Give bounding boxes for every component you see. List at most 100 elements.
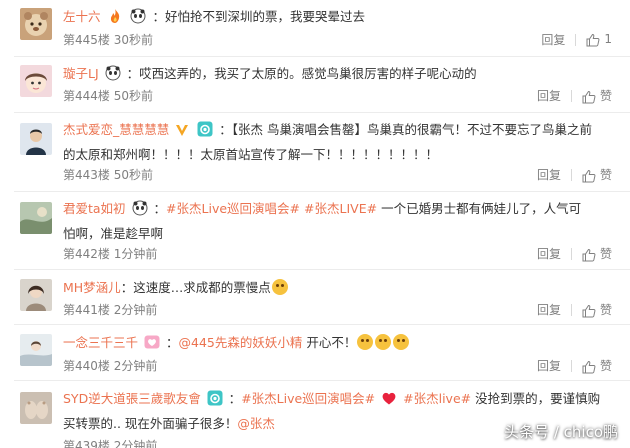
hashtag-link[interactable]: #张杰live# xyxy=(403,391,471,406)
comment-text-line2: 买转票的.. 现在外面骗子很多！ xyxy=(63,416,238,431)
username[interactable]: 杰式爱恋_慧慧慧慧 xyxy=(63,122,169,137)
watermark: 头条号 / chico鹏 xyxy=(504,423,618,441)
like-count: 1 xyxy=(604,32,612,47)
comment-time: 2分钟前 xyxy=(113,303,158,317)
fire-badge-icon xyxy=(107,8,123,31)
avatar[interactable] xyxy=(20,123,52,155)
action-divider xyxy=(570,89,572,102)
comment-separator: ： xyxy=(126,66,140,81)
comment-separator: ： xyxy=(120,280,134,295)
floor-number: 第443楼 xyxy=(63,168,110,182)
thumbs-up-icon xyxy=(582,360,596,374)
avatar[interactable] xyxy=(20,65,52,97)
action-divider xyxy=(575,33,577,46)
comment-text: 这速度…求成都的票慢点 xyxy=(133,280,271,295)
comment-time: 50秒前 xyxy=(113,89,154,103)
camera-badge-icon xyxy=(207,390,223,413)
comment-item: 杰式爱恋_慧慧慧慧 ：【张杰 鸟巢演唱会售罄】鸟巢真的很霸气！不过不要忘了鸟巢之… xyxy=(0,113,630,192)
comment-separator: ： xyxy=(219,122,232,137)
avatar[interactable] xyxy=(20,202,52,234)
action-divider xyxy=(570,247,572,260)
like-button[interactable]: 赞 xyxy=(582,245,612,262)
floor-number: 第445楼 xyxy=(63,33,110,47)
like-button[interactable]: 赞 xyxy=(582,166,612,183)
thumbs-up-icon xyxy=(582,90,596,104)
like-label: 赞 xyxy=(599,247,612,261)
action-divider xyxy=(570,359,572,372)
username[interactable]: 一念三千三千 xyxy=(63,335,138,350)
action-divider xyxy=(570,168,572,181)
laugh-emoji-icon xyxy=(271,279,288,295)
comment-time: 1分钟前 xyxy=(113,247,158,261)
thumbs-up-icon xyxy=(582,169,596,183)
floor-number: 第439楼 xyxy=(63,439,110,448)
red-heart-icon xyxy=(381,390,397,413)
comment-text-line1: 【张杰 鸟巢演唱会售罄】鸟巢真的很霸气！不过不要忘了鸟巢之前 xyxy=(231,122,592,137)
comment-time: 30秒前 xyxy=(113,33,154,47)
username[interactable]: 君爱ta如初 xyxy=(63,201,126,216)
hashtag-link[interactable]: #张杰Live巡回演唱会# xyxy=(166,201,300,216)
heart-badge-icon xyxy=(144,334,160,357)
panda-badge-icon xyxy=(130,8,146,31)
reply-button[interactable]: 回复 xyxy=(541,31,565,48)
like-button[interactable]: 赞 xyxy=(582,301,612,318)
like-button[interactable]: 赞 xyxy=(582,357,612,374)
comment-separator: ： xyxy=(153,201,167,216)
comment-text: 好怕抢不到深圳的票，我要哭晕过去 xyxy=(164,9,365,24)
mention-link[interactable]: @张杰 xyxy=(237,416,275,431)
mention-link[interactable]: @445先森的妖妖小精 xyxy=(179,335,303,350)
comment-separator: ： xyxy=(228,391,242,406)
comment-item: 君爱ta如初 ：#张杰Live巡回演唱会# #张杰LIVE# 一个已婚男士都有俩… xyxy=(0,192,630,270)
action-divider xyxy=(570,303,572,316)
comment-text-line2: 的太原和郑州啊！！！！太原首站宣传了解一下！！！！！！！！！ xyxy=(63,147,439,162)
comment-item: 一念三千三千 ：@445先森的妖妖小精 开心不！ 第440楼 2分钟前 回复 赞 xyxy=(0,325,630,381)
laugh-emoji-icon xyxy=(375,334,392,350)
like-button[interactable]: 赞 xyxy=(582,87,612,104)
comment-text: 开心不！ xyxy=(306,335,357,350)
reply-button[interactable]: 回复 xyxy=(537,301,561,318)
verified-v-icon xyxy=(175,122,189,144)
comment-list: 左十六 ：好怕抢不到深圳的票，我要哭晕过去 第445楼 30秒前 回复 1 璇子… xyxy=(0,0,630,448)
laugh-emoji-icon xyxy=(357,334,374,350)
username[interactable]: 左十六 xyxy=(63,9,101,24)
comment-time: 2分钟前 xyxy=(113,439,158,448)
camera-badge-icon xyxy=(197,121,213,144)
comment-item: MH梦涵儿：这速度…求成都的票慢点 第441楼 2分钟前 回复 赞 xyxy=(0,270,630,325)
comment-item: 璇子LJ ：哎西这弄的，我买了太原的。感觉鸟巢很厉害的样子呢心动的 第444楼 … xyxy=(0,57,630,113)
floor-number: 第444楼 xyxy=(63,89,110,103)
username[interactable]: 璇子LJ xyxy=(63,66,99,81)
username[interactable]: MH梦涵儿 xyxy=(63,280,121,295)
floor-number: 第442楼 xyxy=(63,247,110,261)
comment-text-line2: 怕啊，准是趁早啊 xyxy=(63,226,164,241)
comment-text-line1: 一个已婚男士都有俩娃儿了，人气可 xyxy=(381,201,582,216)
avatar[interactable] xyxy=(20,334,52,366)
comment-text: 哎西这弄的，我买了太原的。感觉鸟巢很厉害的样子呢心动的 xyxy=(139,66,477,81)
like-label: 赞 xyxy=(599,303,612,317)
like-label: 赞 xyxy=(599,89,612,103)
panda-badge-icon xyxy=(132,200,148,223)
comment-separator: ： xyxy=(152,9,165,24)
avatar[interactable] xyxy=(20,279,52,311)
hashtag-link[interactable]: #张杰LIVE# xyxy=(304,201,377,216)
thumbs-up-icon xyxy=(586,33,600,47)
comment-item: 左十六 ：好怕抢不到深圳的票，我要哭晕过去 第445楼 30秒前 回复 1 xyxy=(0,0,630,57)
thumbs-up-icon xyxy=(582,248,596,262)
floor-number: 第441楼 xyxy=(63,303,110,317)
hashtag-link[interactable]: #张杰Live巡回演唱会# xyxy=(241,391,375,406)
reply-button[interactable]: 回复 xyxy=(537,357,561,374)
reply-button[interactable]: 回复 xyxy=(537,87,561,104)
comment-time: 2分钟前 xyxy=(113,359,158,373)
comment-separator: ： xyxy=(165,335,179,350)
like-label: 赞 xyxy=(599,168,612,182)
username[interactable]: SYD逆大道張三歲歌友會 xyxy=(63,391,201,406)
floor-number: 第440楼 xyxy=(63,359,110,373)
avatar[interactable] xyxy=(20,392,52,424)
avatar[interactable] xyxy=(20,8,52,40)
like-label: 赞 xyxy=(599,359,612,373)
comment-time: 50秒前 xyxy=(113,168,154,182)
like-button[interactable]: 1 xyxy=(586,32,612,47)
laugh-emoji-icon xyxy=(393,334,410,350)
panda-badge-icon xyxy=(105,65,121,88)
reply-button[interactable]: 回复 xyxy=(537,166,561,183)
reply-button[interactable]: 回复 xyxy=(537,245,561,262)
